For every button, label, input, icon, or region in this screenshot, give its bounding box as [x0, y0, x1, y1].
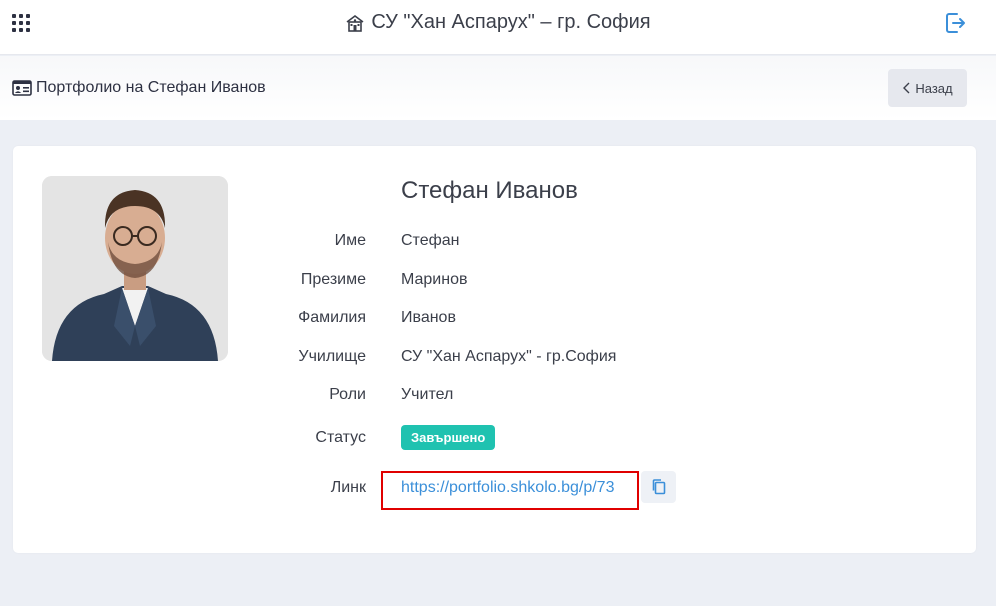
back-button-label: Назад: [915, 80, 953, 96]
field-value-school: СУ "Хан Аспарух" - гр.София: [401, 348, 617, 365]
link-highlight-box: [381, 471, 639, 510]
page-title: Портфолио на Стефан Иванов: [12, 79, 266, 97]
avatar-photo: [42, 176, 228, 361]
back-button[interactable]: Назад: [888, 69, 967, 107]
page-title-text: Портфолио на Стефан Иванов: [36, 79, 266, 96]
field-value-roles: Учител: [401, 386, 454, 403]
id-card-icon: [12, 80, 32, 96]
school-building-icon: [346, 14, 364, 32]
top-bar: СУ "Хан Аспарух" – гр. София: [0, 0, 996, 55]
logout-icon[interactable]: [943, 11, 967, 35]
field-label-status: Статус: [315, 429, 366, 446]
school-title: СУ "Хан Аспарух" – гр. София: [371, 11, 651, 33]
school-header: СУ "Хан Аспарух" – гр. София: [0, 11, 996, 34]
sub-header: Портфолио на Стефан Иванов Назад: [0, 56, 996, 120]
avatar: [42, 176, 228, 361]
field-label-last-name: Фамилия: [298, 309, 366, 326]
field-label-school: Училище: [298, 348, 366, 365]
copy-link-button[interactable]: [641, 471, 676, 503]
field-label-middle-name: Презиме: [300, 271, 366, 288]
field-label-link: Линк: [330, 479, 366, 496]
portfolio-card: Стефан Иванов Име Стефан Презиме Маринов…: [13, 146, 976, 553]
chevron-left-icon: [903, 82, 910, 94]
field-value-middle-name: Маринов: [401, 271, 468, 288]
field-label-roles: Роли: [329, 386, 366, 403]
copy-icon: [652, 479, 665, 495]
field-value-first-name: Стефан: [401, 232, 460, 249]
status-badge: Завършено: [401, 425, 496, 450]
full-name: Стефан Иванов: [401, 177, 578, 204]
field-value-last-name: Иванов: [401, 309, 456, 326]
field-label-first-name: Име: [334, 232, 366, 249]
